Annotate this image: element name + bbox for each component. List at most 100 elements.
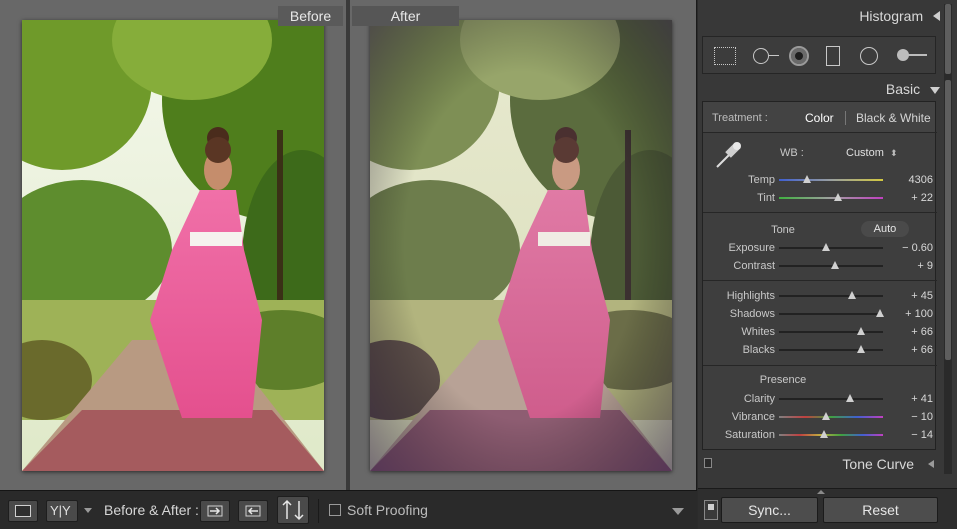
clarity-value[interactable]: + 41 — [893, 393, 933, 405]
whites-slider[interactable]: Whites + 66 — [703, 324, 937, 340]
highlights-track[interactable] — [779, 291, 883, 299]
before-photo[interactable] — [22, 20, 324, 471]
shadows-slider[interactable]: Shadows + 100 — [703, 306, 937, 322]
exposure-thumb[interactable] — [821, 243, 830, 251]
saturation-slider[interactable]: Saturation − 14 — [703, 427, 937, 443]
temp-track[interactable] — [779, 175, 883, 183]
pane-divider — [346, 0, 350, 490]
shadows-track[interactable] — [779, 309, 884, 317]
treatment-separator — [845, 111, 846, 125]
contrast-slider[interactable]: Contrast + 9 — [703, 258, 937, 274]
scrollbar-thumb-top[interactable] — [945, 4, 951, 74]
auto-tone-button[interactable]: Auto — [861, 221, 909, 237]
toolbar-separator — [318, 499, 319, 523]
auto-tone-label: Auto — [873, 223, 897, 235]
blacks-label: Blacks — [742, 344, 775, 356]
wb-label: WB : — [780, 147, 804, 159]
whites-thumb[interactable] — [857, 327, 866, 335]
exposure-value[interactable]: − 0.60 — [893, 242, 933, 254]
temp-value[interactable]: 4306 — [893, 174, 933, 186]
before-after-viewer: Before After — [0, 0, 697, 490]
blacks-track[interactable] — [779, 345, 883, 353]
toolbar-menu-icon[interactable] — [672, 508, 684, 515]
whites-value[interactable]: + 66 — [893, 326, 933, 338]
tint-track[interactable] — [779, 193, 883, 201]
vibrance-thumb[interactable] — [821, 412, 830, 420]
graduated-filter-icon[interactable] — [826, 46, 840, 66]
contrast-value[interactable]: + 9 — [893, 260, 933, 272]
crop-overlay-icon[interactable] — [714, 47, 736, 65]
whites-track[interactable] — [779, 327, 883, 335]
contrast-thumb[interactable] — [831, 261, 840, 269]
yy-label: Y|Y — [50, 503, 71, 518]
temp-label: Temp — [748, 174, 775, 186]
highlights-value[interactable]: + 45 — [893, 290, 933, 302]
loupe-view-button[interactable] — [8, 500, 38, 522]
saturation-thumb[interactable] — [819, 430, 828, 438]
copy-before-to-after-button[interactable] — [200, 500, 230, 522]
radial-filter-icon[interactable] — [860, 47, 878, 65]
panel-scrollbar[interactable] — [944, 4, 952, 474]
after-photo[interactable] — [370, 20, 672, 471]
saturation-value[interactable]: − 14 — [893, 429, 933, 441]
saturation-label: Saturation — [724, 429, 775, 441]
basic-title: Basic — [885, 81, 921, 97]
tint-thumb[interactable] — [834, 193, 843, 201]
treatment-color-option[interactable]: Color — [805, 111, 834, 125]
contrast-track[interactable] — [779, 261, 883, 269]
tint-value[interactable]: + 22 — [893, 192, 933, 204]
reset-button[interactable]: Reset — [823, 497, 938, 523]
vibrance-label: Vibrance — [731, 411, 775, 423]
soft-proofing-checkbox[interactable] — [329, 504, 341, 516]
highlights-slider[interactable]: Highlights + 45 — [703, 288, 937, 304]
soft-proofing-label[interactable]: Soft Proofing — [347, 502, 428, 518]
vibrance-value[interactable]: − 10 — [893, 411, 933, 423]
collapse-left-icon — [933, 11, 940, 21]
separator — [703, 132, 937, 133]
after-photo-image — [370, 20, 672, 471]
copy-after-to-before-button[interactable] — [238, 500, 268, 522]
separator — [703, 212, 937, 213]
sync-button[interactable]: Sync... — [721, 497, 818, 523]
white-balance-selector-icon[interactable] — [713, 138, 745, 170]
red-eye-icon[interactable] — [789, 46, 809, 66]
panel-grip-icon[interactable] — [817, 490, 825, 494]
clarity-slider[interactable]: Clarity + 41 — [703, 391, 937, 407]
loupe-icon — [15, 505, 31, 517]
exposure-slider[interactable]: Exposure − 0.60 — [703, 240, 937, 256]
tone-curve-title: Tone Curve — [842, 456, 914, 472]
basic-header[interactable]: Basic — [702, 81, 940, 97]
before-after-view-button[interactable]: Y|Y — [46, 500, 78, 522]
treatment-bw-option[interactable]: Black & White — [856, 111, 931, 125]
after-label: After — [352, 6, 459, 26]
tone-curve-toggle[interactable] — [704, 458, 712, 468]
tint-slider[interactable]: Tint + 22 — [703, 190, 937, 206]
scrollbar-thumb[interactable] — [945, 80, 951, 360]
shadows-value[interactable]: + 100 — [893, 308, 933, 320]
tint-label: Tint — [757, 192, 775, 204]
presence-title: Presence — [759, 374, 807, 386]
vibrance-track[interactable] — [779, 412, 883, 420]
blacks-slider[interactable]: Blacks + 66 — [703, 342, 937, 358]
view-mode-dropdown-icon[interactable] — [84, 508, 92, 513]
tone-curve-header[interactable]: Tone Curve — [702, 454, 940, 474]
shadows-label: Shadows — [729, 308, 775, 320]
saturation-track[interactable] — [779, 430, 883, 438]
clarity-thumb[interactable] — [845, 394, 854, 402]
highlights-thumb[interactable] — [847, 291, 856, 299]
temp-thumb[interactable] — [803, 175, 812, 183]
clarity-track[interactable] — [779, 394, 883, 402]
spot-removal-icon[interactable] — [753, 48, 769, 64]
histogram-header[interactable]: Histogram — [702, 8, 940, 24]
arrow-left-icon — [245, 505, 261, 517]
sync-toggle-switch[interactable] — [704, 500, 718, 520]
wb-preset-value: Custom — [846, 147, 884, 159]
shadows-thumb[interactable] — [875, 309, 884, 317]
swap-before-after-button[interactable] — [277, 496, 309, 524]
exposure-track[interactable] — [779, 243, 883, 251]
blacks-thumb[interactable] — [857, 345, 866, 353]
blacks-value[interactable]: + 66 — [893, 344, 933, 356]
vibrance-slider[interactable]: Vibrance − 10 — [703, 409, 937, 425]
wb-preset-dropdown[interactable]: Custom ⬍ — [846, 147, 898, 159]
temp-slider[interactable]: Temp 4306 — [703, 172, 937, 188]
